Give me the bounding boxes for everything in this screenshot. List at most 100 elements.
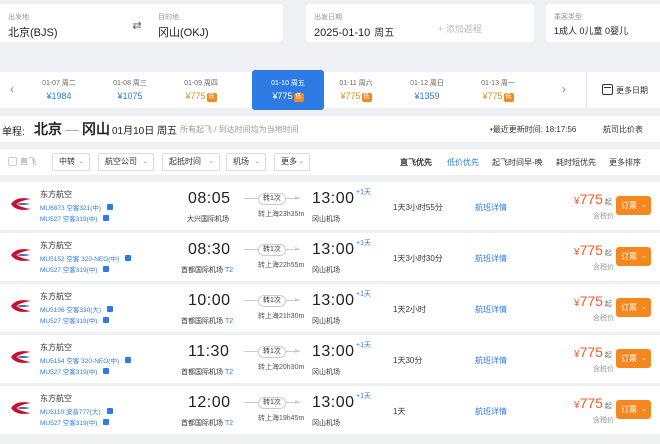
date-option[interactable]: 01-09 周四 ¥775 低 (168, 72, 234, 108)
stop-count: 转1次 (258, 295, 286, 307)
sort-more[interactable]: 更多排序 (609, 157, 641, 168)
local-time-note: 所有起飞 / 到达时间均为当地时间 (180, 125, 299, 134)
flight-detail-link[interactable]: 航班详情 (475, 253, 507, 264)
flight-row[interactable]: 东方航空 MU5110 波音777(大) MU527 空客319(中) 12:00 首都… (0, 386, 660, 434)
sort-departure[interactable]: 起飞时间早-晚 (492, 157, 543, 168)
date-option-day: 01-08 周三 (113, 80, 147, 87)
date-option-day: 01-13 周一 (481, 80, 515, 87)
next-dates-icon[interactable]: › (562, 82, 566, 96)
arrival-time: 13:00 (312, 190, 355, 207)
flight-row[interactable]: 东方航空 MU5152 空客 320-NEO(中) MU527 空客319(中) 08… (0, 233, 660, 281)
departure-time: 08:05 (188, 190, 231, 207)
passenger-value[interactable]: 1成人 0儿童 0婴儿 (554, 24, 628, 37)
share-icon (103, 266, 110, 272)
passenger-label: 乘客类型 (554, 14, 582, 21)
airline-filter[interactable]: 航空公司 ⌄ (98, 153, 154, 171)
duration: 1天30分 (393, 356, 423, 365)
duration: 1天2小时 (393, 305, 426, 314)
date-option[interactable]: 01-10 周五 ¥775 低 (252, 70, 324, 110)
chevron-down-icon: ⌄ (298, 158, 304, 165)
flight-leg-2[interactable]: MU527 空客319(中) (40, 264, 110, 274)
book-button[interactable]: 订票 ⌄ (616, 196, 651, 215)
terminal: T2 (225, 420, 234, 427)
date-option-day: 01-09 周四 (184, 80, 218, 87)
departure-airport-name: 首都国际机场 (181, 369, 223, 376)
flight-leg-1-text: MU5110 波音777(大) (40, 409, 101, 416)
title-date: 01月10日 周五 (112, 126, 178, 137)
date-option[interactable]: 01-11 周六 ¥775 低 (323, 72, 389, 108)
book-button[interactable]: 订票 ⌄ (616, 247, 651, 266)
date-label: 出发日期 (314, 14, 342, 21)
flight-leg-1[interactable]: MU5110 波音777(大) (40, 406, 113, 416)
flight-leg-1[interactable]: MU5106 空客330(大) (40, 304, 114, 314)
flight-row[interactable]: 东方航空 MU5106 空客330(大) MU527 空客319(中) 10:00 首都… (0, 284, 660, 332)
sort-direct[interactable]: 直飞优先 (400, 157, 432, 168)
date-box[interactable]: 出发日期 2025-01-10 周五 + 添加返程 (306, 4, 534, 42)
flight-leg-2[interactable]: MU527 空客319(中) (40, 213, 110, 223)
flight-leg-2[interactable]: MU527 空客319(中) (40, 417, 110, 427)
flight-leg-2[interactable]: MU527 空客319(中) (40, 366, 110, 376)
next-day-badge: +1天 (356, 393, 371, 400)
flight-leg-2-text: MU527 空客319(中) (40, 318, 98, 325)
date-input[interactable]: 2025-01-10 周五 (314, 24, 394, 39)
departure-airport-name: 首都国际机场 (181, 318, 223, 325)
more-filter[interactable]: 更多 ⌄ (274, 153, 310, 171)
flight-leg-2-text: MU527 空客319(中) (40, 369, 98, 376)
chevron-down-icon: ⌄ (254, 158, 260, 165)
date-option[interactable]: 01-07 周二 ¥1984 (26, 72, 92, 108)
flight-leg-1[interactable]: MU5152 空客 320-NEO(中) (40, 253, 132, 263)
departure-airport-name: 首都国际机场 (181, 267, 223, 274)
add-return-button[interactable]: + 添加返程 (438, 22, 482, 35)
book-button[interactable]: 订票 ⌄ (616, 298, 651, 317)
airline-compare-link[interactable]: 航司比价表 (603, 124, 643, 135)
book-button[interactable]: 订票 ⌄ (616, 349, 651, 368)
route-box[interactable]: 出发地 北京(BJS) ⇄ 目的地 冈山(OKJ) (0, 4, 283, 42)
prev-dates-icon[interactable]: ‹ (10, 82, 14, 96)
swap-icon[interactable]: ⇄ (130, 19, 144, 33)
book-button-label: 订票 (621, 303, 637, 312)
flight-row[interactable]: 东方航空 MU6873 空客321(中) MU527 空客319(中) 08:05 大兴… (0, 182, 660, 230)
airport-filter[interactable]: 机场 ⌄ (226, 153, 266, 171)
to-input[interactable]: 冈山(OKJ) (158, 24, 209, 40)
flight-row[interactable]: 东方航空 MU5154 空客 320-NEO(中) MU527 空客319(中) 11… (0, 335, 660, 383)
share-icon (103, 419, 110, 425)
transfer-city: 转上海23h35m (258, 211, 305, 218)
flight-detail-link[interactable]: 航班详情 (475, 406, 507, 417)
stop-count: 转1次 (258, 397, 286, 409)
date-option[interactable]: 01-08 周三 ¥1075 (97, 72, 163, 108)
sort-duration[interactable]: 耗时短优先 (556, 157, 596, 168)
flight-detail-link[interactable]: 航班详情 (475, 355, 507, 366)
passenger-box[interactable]: 乘客类型 1成人 0儿童 0婴儿 (546, 4, 660, 42)
time-filter[interactable]: 起抵时间 ⌄ (162, 153, 220, 171)
airline-name: 东方航空 (40, 241, 72, 250)
from-input[interactable]: 北京(BJS) (8, 24, 58, 40)
flight-detail-link[interactable]: 航班详情 (475, 202, 507, 213)
transfer-filter[interactable]: 中转 ⌄ (52, 153, 90, 171)
flight-detail-link[interactable]: 航班详情 (475, 304, 507, 315)
date-weekday: 周五 (374, 28, 395, 39)
calendar-icon (602, 84, 613, 95)
chevron-down-icon: ⌄ (641, 253, 647, 260)
stop-count: 转1次 (258, 193, 286, 205)
flight-leg-1[interactable]: MU6873 空客321(中) (40, 202, 114, 212)
date-option-price: ¥1075 (97, 91, 163, 101)
airline-name: 东方航空 (40, 292, 72, 301)
airport-filter-label: 机场 (233, 157, 249, 166)
more-dates-label: 更多日期 (616, 86, 648, 95)
flight-leg-2[interactable]: MU527 空客319(中) (40, 315, 110, 325)
flight-leg-1[interactable]: MU5154 空客 320-NEO(中) (40, 355, 132, 365)
book-button[interactable]: 订票 ⌄ (616, 400, 651, 419)
date-option[interactable]: 01-13 周一 ¥775 低 (465, 72, 531, 108)
transfer-city: 转上海22h55m (258, 262, 305, 269)
date-option[interactable]: 01-12 周日 ¥1359 (394, 72, 460, 108)
title-dash: — (65, 121, 79, 137)
airline-logo-icon (10, 349, 32, 365)
direct-checkbox[interactable] (8, 157, 17, 166)
departure-time: 08:30 (188, 241, 231, 258)
sort-low-price[interactable]: 低价优先 (447, 157, 479, 168)
airline-name: 东方航空 (40, 343, 72, 352)
transfer-info: 转1次转上海23h35m (244, 193, 304, 223)
arrival-airport: 冈山机场 (312, 420, 340, 427)
more-dates-button[interactable]: 更多日期 (602, 84, 648, 96)
price-from: 起 (604, 199, 612, 206)
